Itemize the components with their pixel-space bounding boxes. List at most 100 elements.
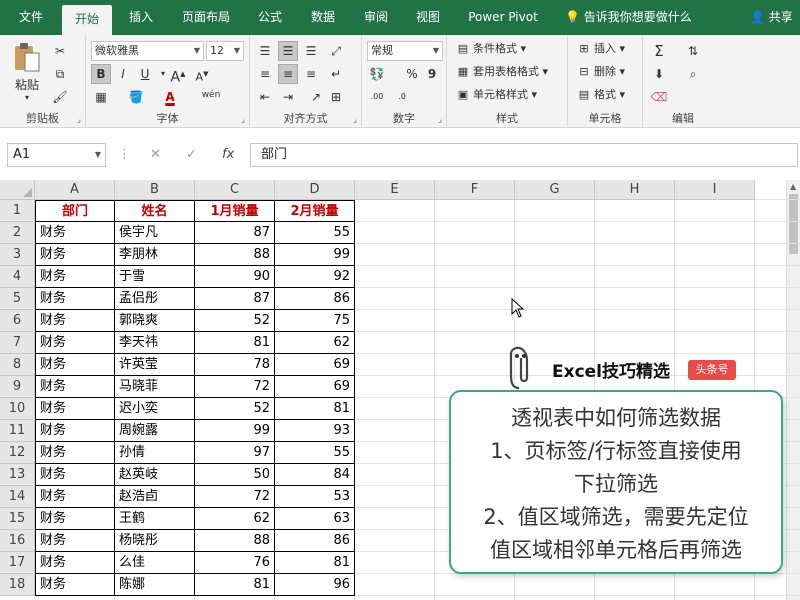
row-header[interactable]: 2 [0, 222, 35, 244]
table-cell[interactable]: 99 [275, 244, 355, 266]
autosum-icon[interactable]: Σ [649, 41, 669, 61]
row-header[interactable]: 6 [0, 310, 35, 332]
table-cell[interactable]: 孙倩 [115, 442, 195, 464]
cancel-icon[interactable]: ✕ [150, 143, 161, 167]
table-cell[interactable]: 69 [275, 376, 355, 398]
table-cell[interactable]: 许英莹 [115, 354, 195, 376]
table-cell[interactable]: 陈娜 [115, 574, 195, 596]
row-header[interactable]: 18 [0, 574, 35, 596]
number-format-select[interactable]: 常规 ▼ [367, 41, 443, 61]
table-cell[interactable]: 迟小奕 [115, 398, 195, 420]
table-cell[interactable]: 赵英岐 [115, 464, 195, 486]
tab-5[interactable]: 数据 [298, 0, 348, 35]
delete-cells-button[interactable]: ⊟ 删除 ▾ [576, 62, 625, 82]
font-name-select[interactable]: 微软雅黑 ▼ [91, 41, 204, 61]
insert-function-icon[interactable]: fx [222, 143, 234, 167]
table-cell[interactable]: 财务 [35, 266, 115, 288]
align-bottom-icon[interactable]: ☰ [301, 41, 321, 61]
column-header-G[interactable]: G [515, 180, 595, 200]
table-cell[interactable]: 62 [275, 332, 355, 354]
table-cell[interactable]: 马晓菲 [115, 376, 195, 398]
table-cell[interactable]: 81 [275, 398, 355, 420]
table-cell[interactable]: 78 [195, 354, 275, 376]
row-header[interactable]: 7 [0, 332, 35, 354]
table-cell[interactable]: 99 [195, 420, 275, 442]
table-cell[interactable]: 财务 [35, 310, 115, 332]
table-cell[interactable]: 81 [195, 574, 275, 596]
percent-button[interactable]: % [402, 64, 422, 84]
table-cell[interactable]: 52 [195, 398, 275, 420]
table-cell[interactable]: 财务 [35, 332, 115, 354]
table-cell[interactable]: 72 [195, 376, 275, 398]
column-header-F[interactable]: F [435, 180, 515, 200]
tab-7[interactable]: 视图 [404, 0, 452, 35]
column-header-I[interactable]: I [675, 180, 755, 200]
table-cell[interactable]: 财务 [35, 508, 115, 530]
share-button[interactable]: 👤 共享 [750, 0, 793, 35]
table-cell[interactable]: 财务 [35, 398, 115, 420]
row-header[interactable]: 15 [0, 508, 35, 530]
paste-dropdown-icon[interactable]: ▾ [10, 93, 44, 102]
italic-button[interactable]: I [113, 64, 133, 84]
table-cell[interactable]: 财务 [35, 442, 115, 464]
currency-icon[interactable]: 💱 [367, 64, 387, 84]
align-left-icon[interactable]: ≡ [255, 64, 275, 84]
table-cell[interactable]: 75 [275, 310, 355, 332]
table-cell[interactable]: 72 [195, 486, 275, 508]
table-cell[interactable]: 财务 [35, 464, 115, 486]
table-cell[interactable]: 87 [195, 288, 275, 310]
row-header[interactable]: 9 [0, 376, 35, 398]
table-cell[interactable]: 96 [275, 574, 355, 596]
table-cell[interactable]: 李天祎 [115, 332, 195, 354]
formula-input[interactable]: 部门 [250, 143, 798, 167]
format-painter-icon[interactable]: 🖌 [50, 87, 70, 107]
comma-style-button[interactable]: 9 [422, 64, 442, 84]
table-cell[interactable]: 财务 [35, 486, 115, 508]
table-cell[interactable]: 财务 [35, 552, 115, 574]
format-as-table-button[interactable]: ▦ 套用表格格式 ▾ [455, 62, 548, 82]
table-cell[interactable]: 88 [195, 530, 275, 552]
table-cell[interactable]: 么佳 [115, 552, 195, 574]
table-cell[interactable]: 王鹤 [115, 508, 195, 530]
tab-3[interactable]: 页面布局 [170, 0, 242, 35]
table-cell[interactable]: 84 [275, 464, 355, 486]
paste-button[interactable]: 粘贴 ▾ [10, 41, 44, 102]
tab-8[interactable]: Power Pivot [460, 0, 546, 35]
row-header[interactable]: 10 [0, 398, 35, 420]
table-cell[interactable]: 财务 [35, 376, 115, 398]
align-right-icon[interactable]: ≡ [301, 64, 321, 84]
tab-1[interactable]: 开始 [62, 5, 112, 35]
number-launcher-icon[interactable]: ⌟ [438, 115, 442, 125]
insert-cells-button[interactable]: ⊞ 插入 ▾ [576, 39, 625, 59]
borders-icon[interactable]: ▦ [91, 87, 111, 107]
header-cell[interactable]: 部门 [35, 200, 115, 222]
align-center-icon[interactable]: ≡ [278, 64, 298, 84]
font-color-button[interactable]: A [160, 87, 180, 107]
table-cell[interactable]: 财务 [35, 530, 115, 552]
table-cell[interactable]: 76 [195, 552, 275, 574]
row-header[interactable]: 3 [0, 244, 35, 266]
table-cell[interactable]: 97 [195, 442, 275, 464]
table-cell[interactable]: 55 [275, 442, 355, 464]
fill-color-icon[interactable]: 🪣 [126, 87, 146, 107]
table-cell[interactable]: 财务 [35, 288, 115, 310]
font-launcher-icon[interactable]: ⌟ [241, 115, 245, 125]
row-header[interactable]: 11 [0, 420, 35, 442]
find-select-icon[interactable]: ⌕ [683, 64, 703, 84]
cut-icon[interactable]: ✂ [50, 41, 70, 61]
format-cells-button[interactable]: ▤ 格式 ▾ [576, 85, 625, 105]
scrollbar-thumb[interactable] [789, 194, 798, 254]
table-cell[interactable]: 52 [195, 310, 275, 332]
scroll-up-icon[interactable]: ▲ [790, 182, 796, 191]
row-header[interactable]: 12 [0, 442, 35, 464]
underline-button[interactable]: U [135, 64, 155, 84]
table-cell[interactable]: 50 [195, 464, 275, 486]
table-cell[interactable]: 87 [195, 222, 275, 244]
row-header[interactable]: 14 [0, 486, 35, 508]
shrink-font-icon[interactable]: A▼ [192, 64, 212, 84]
table-cell[interactable]: 杨晓彤 [115, 530, 195, 552]
fill-icon[interactable]: ⬇ [649, 64, 669, 84]
table-cell[interactable]: 李朋林 [115, 244, 195, 266]
table-cell[interactable]: 86 [275, 530, 355, 552]
increase-indent-icon[interactable]: ⇥ [278, 87, 298, 107]
